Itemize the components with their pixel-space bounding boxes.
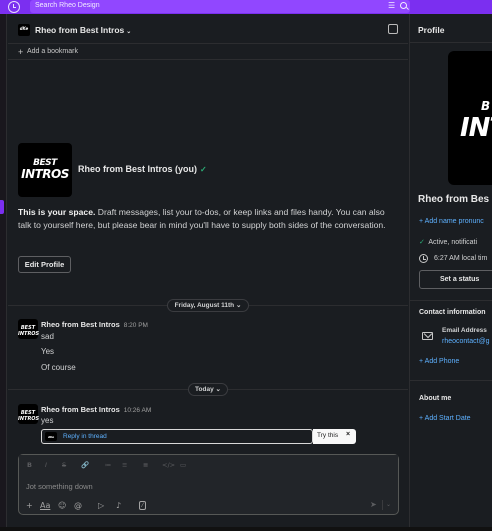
- emoji-icon[interactable]: ☺: [58, 501, 66, 510]
- add-start-date-label: Add Start Date: [424, 415, 471, 422]
- chevron-down-icon: ⌄: [126, 29, 132, 35]
- status-leaf-icon: ✓: [419, 239, 425, 246]
- chevron-down-icon: ⌄: [235, 302, 242, 309]
- edit-profile-button[interactable]: Edit Profile: [18, 256, 71, 273]
- italic-icon[interactable]: I: [45, 461, 47, 469]
- email-link[interactable]: rheocontact@g: [442, 338, 490, 345]
- search-placeholder: Search Rheo Design: [35, 2, 100, 9]
- set-status-button[interactable]: Set a status: [419, 270, 492, 289]
- canvas-icon[interactable]: [388, 24, 398, 34]
- add-name-pronunciation-link[interactable]: + Add name pronunc: [419, 218, 484, 225]
- logo-text-line1: B: [481, 99, 491, 113]
- reply-in-thread-label: Reply in thread: [63, 433, 107, 440]
- try-this-label: Try this: [317, 432, 339, 439]
- channel-title[interactable]: Rheo from Best Intros ⌄: [35, 25, 131, 35]
- message-avatar[interactable]: BEST INTROS: [18, 404, 39, 424]
- intro-bold-text: This is your space.: [18, 207, 96, 217]
- slash-command-icon[interactable]: ⁄: [139, 501, 147, 510]
- intro-name: Rheo from Best Intros (you) ✓: [78, 164, 207, 174]
- add-phone-label: Add Phone: [424, 358, 460, 365]
- intro-avatar[interactable]: BEST INTROS: [18, 143, 72, 197]
- thread-avatar: dKe: [45, 432, 57, 441]
- mention-icon[interactable]: @: [74, 501, 82, 510]
- bullet-list-icon[interactable]: ≡: [122, 461, 127, 469]
- message-line: sad: [41, 332, 54, 341]
- status-row: ✓ Active, notificati: [419, 238, 477, 246]
- active-marker: [0, 200, 4, 214]
- status-text: Active, notificati: [428, 239, 478, 246]
- contact-heading: Contact information: [419, 309, 486, 316]
- chevron-down-icon: ⌄: [215, 386, 221, 393]
- add-bookmark-link[interactable]: Add a bookmark: [27, 48, 78, 55]
- intro-name-text: Rheo from Best Intros (you): [78, 164, 198, 174]
- history-icon[interactable]: [8, 1, 20, 13]
- profile-image[interactable]: B INT: [448, 51, 492, 185]
- ordered-list-icon[interactable]: ≔: [105, 461, 112, 469]
- composer-input[interactable]: Jot something down: [26, 482, 93, 491]
- code-block-icon[interactable]: ▭: [180, 461, 186, 469]
- status-emoji-icon: ✓: [200, 165, 207, 174]
- logo-text-line2: INT: [460, 113, 492, 143]
- send-divider: [382, 500, 383, 510]
- channel-header: dKe Rheo from Best Intros ⌄: [8, 14, 408, 44]
- profile-name: Rheo from Bes: [418, 194, 490, 205]
- chevron-down-icon[interactable]: ⌄: [386, 501, 391, 508]
- message-composer: B I S 🔗 ≔ ≡ ≣ </> ▭ Jot something down +…: [18, 454, 399, 515]
- message-time[interactable]: 8:20 PM: [124, 322, 148, 329]
- formatting-toggle-icon[interactable]: Aa: [40, 501, 50, 510]
- date-label: Today: [195, 386, 214, 393]
- message-avatar[interactable]: BEST INTROS: [18, 319, 39, 339]
- formatting-toolbar: B I S 🔗 ≔ ≡ ≣ </> ▭: [19, 455, 398, 475]
- add-pronunciation-label: Add name pronunc: [424, 218, 484, 225]
- try-this-tip: Try this ×: [313, 429, 356, 444]
- top-bar: Search Rheo Design ☰: [0, 0, 492, 14]
- email-icon: [422, 332, 433, 340]
- profile-panel: Profile B INT Rheo from Bes + Add name p…: [409, 14, 492, 531]
- message-line: yes: [41, 416, 54, 425]
- add-phone-link[interactable]: + Add Phone: [419, 358, 459, 365]
- reply-in-thread-button[interactable]: dKe Reply in thread: [41, 429, 313, 444]
- message-sender[interactable]: Rheo from Best Intros 10:26 AM: [41, 405, 151, 414]
- sender-name[interactable]: Rheo from Best Intros: [41, 405, 120, 414]
- code-icon[interactable]: </>: [162, 461, 175, 469]
- link-icon[interactable]: 🔗: [81, 461, 89, 469]
- message-time[interactable]: 10:26 AM: [124, 407, 151, 414]
- message-sender[interactable]: Rheo from Best Intros 8:20 PM: [41, 320, 148, 329]
- strikethrough-icon[interactable]: S: [62, 461, 66, 469]
- message-line: Yes: [41, 347, 55, 356]
- plus-icon[interactable]: +: [26, 501, 33, 510]
- send-icon[interactable]: ➤: [370, 500, 377, 509]
- date-pill-friday[interactable]: Friday, August 11th ⌄: [167, 299, 249, 312]
- channel-avatar: dKe: [18, 24, 30, 36]
- panel-divider: [410, 300, 492, 301]
- sender-name[interactable]: Rheo from Best Intros: [41, 320, 120, 329]
- filter-icon[interactable]: ☰: [388, 2, 396, 10]
- blockquote-icon[interactable]: ≣: [143, 461, 148, 469]
- profile-title: Profile: [418, 25, 445, 35]
- bottom-bar: [0, 527, 492, 531]
- plus-icon: +: [18, 47, 24, 57]
- panel-divider: [410, 42, 492, 43]
- channel-title-text: Rheo from Best Intros: [35, 25, 125, 35]
- message-line: Of course: [41, 363, 76, 372]
- workspace-strip: [0, 14, 7, 531]
- bold-icon[interactable]: B: [27, 461, 32, 469]
- date-label: Friday, August 11th: [174, 302, 235, 309]
- panel-divider: [410, 380, 492, 381]
- clock-icon: [419, 254, 428, 263]
- search-bar[interactable]: Search Rheo Design ☰: [30, 0, 410, 13]
- search-icon[interactable]: [400, 2, 407, 9]
- email-label: Email Address: [442, 327, 487, 334]
- microphone-icon[interactable]: ♪: [116, 501, 121, 510]
- video-icon[interactable]: ▷: [98, 501, 104, 510]
- bookmark-bar: + Add a bookmark: [8, 44, 408, 60]
- add-start-date-link[interactable]: + Add Start Date: [419, 415, 471, 422]
- local-time: 6:27 AM local tim: [434, 255, 488, 262]
- intro-description: This is your space. Draft messages, list…: [18, 206, 398, 232]
- close-icon[interactable]: ×: [346, 431, 350, 438]
- logo-text-line2: INTROS: [21, 167, 69, 181]
- date-pill-today[interactable]: Today ⌄: [188, 383, 228, 396]
- about-heading: About me: [419, 395, 452, 402]
